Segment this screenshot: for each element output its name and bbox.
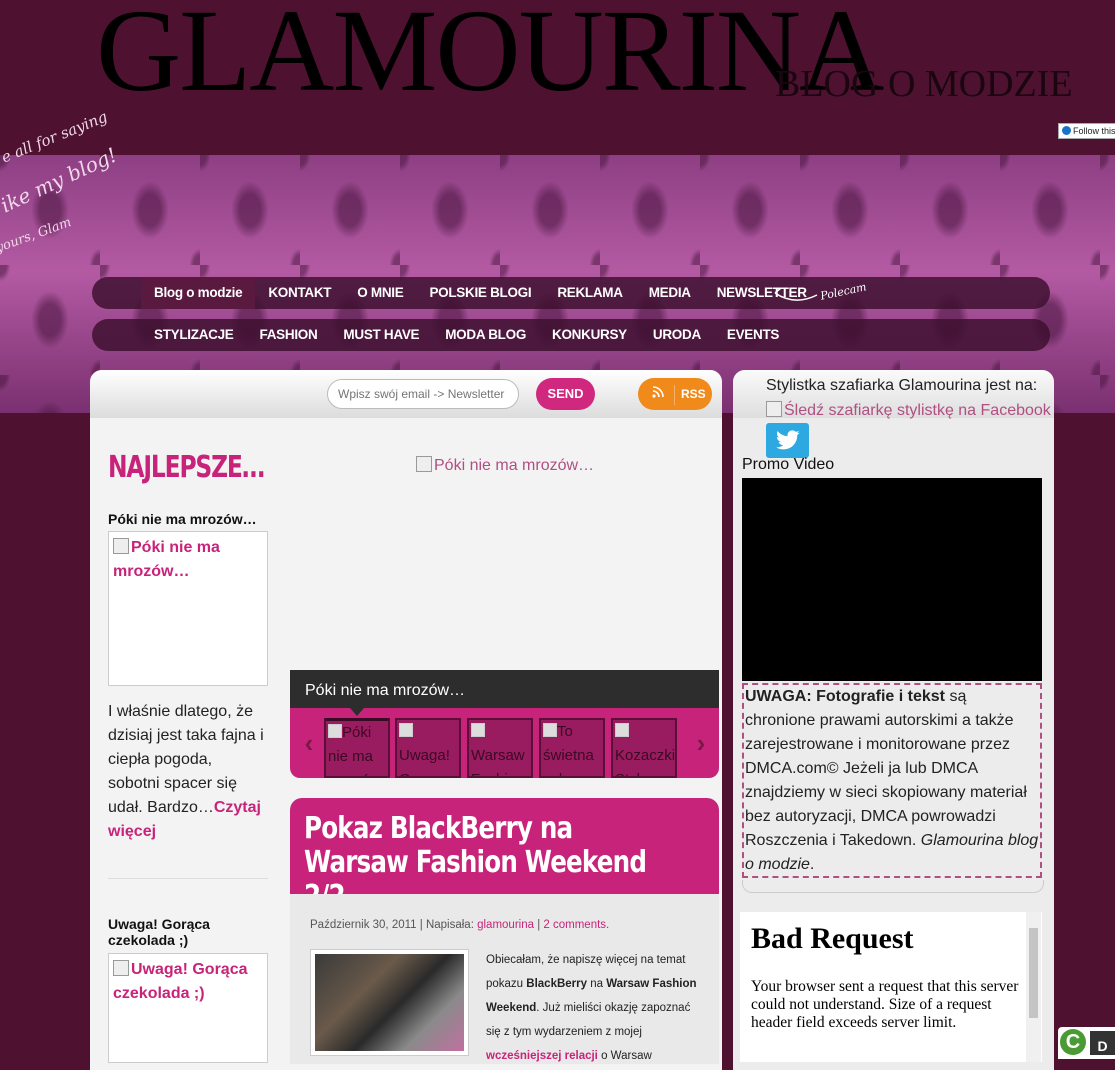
- nav-item-fashion[interactable]: FASHION: [247, 319, 331, 351]
- nav-item-events[interactable]: EVENTS: [714, 319, 792, 351]
- bad-request-text: Your browser sent a request that this se…: [751, 978, 1019, 1031]
- send-button[interactable]: SEND: [536, 378, 595, 410]
- slider-thumb[interactable]: Póki nie ma mrozów…: [324, 718, 390, 778]
- promo-video-label: Promo Video: [742, 456, 835, 473]
- slider-caption: Póki nie ma mrozów…: [290, 670, 719, 708]
- slider-thumb[interactable]: To świetna zabawa: [539, 718, 605, 778]
- slider-thumbnails: ‹ Póki nie ma mrozów… Uwaga! Gorąca czek…: [290, 708, 719, 778]
- post-excerpt: Obiecałam, że napiszę więcej na temat po…: [486, 954, 697, 1062]
- promo-video-player[interactable]: [742, 478, 1042, 681]
- nav-item-media[interactable]: MEDIA: [636, 277, 704, 309]
- nav-item-moda-blog[interactable]: MODA BLOG: [432, 319, 539, 351]
- rss-label: RSS: [681, 387, 706, 401]
- slider-image[interactable]: Póki nie ma mrozów…: [416, 456, 594, 475]
- left-post-image[interactable]: Póki nie ma mrozów…: [108, 531, 268, 686]
- nav-item-stylizacje[interactable]: STYLIZACJE: [141, 319, 247, 351]
- slider-thumb[interactable]: Uwaga! Gorąca czekolada: [395, 718, 461, 778]
- post-title[interactable]: Pokaz BlackBerry na Warsaw Fashion Weeke…: [290, 798, 719, 914]
- slider-next-button[interactable]: ›: [686, 708, 716, 778]
- twitter-bird-icon[interactable]: [766, 423, 809, 458]
- divider: [742, 880, 1044, 893]
- broken-image-icon: [113, 538, 129, 554]
- newsletter-email-input[interactable]: [327, 379, 519, 409]
- left-post-title[interactable]: Póki nie ma mrozów…: [108, 511, 278, 527]
- caption-pointer: [350, 708, 364, 716]
- nav-item-must-have[interactable]: MUST HAVE: [330, 319, 432, 351]
- post-photo[interactable]: [310, 949, 469, 1056]
- earlier-report-link[interactable]: wcześniejszej relacji: [486, 1050, 598, 1062]
- dmca-icon: D: [1090, 1031, 1115, 1055]
- site-header: GLAMOURINA BLOG O MODZIE Follow this: [0, 0, 1115, 155]
- nav-item-polskie-blogi[interactable]: POLSKIE BLOGI: [416, 277, 544, 309]
- slider-prev-button[interactable]: ‹: [294, 708, 324, 778]
- facebook-link[interactable]: Śledź szafiarkę stylistkę na Facebook: [766, 401, 1051, 420]
- left-post-image[interactable]: Uwaga! Gorąca czekolada ;): [108, 953, 268, 1063]
- dmca-badge[interactable]: C D: [1058, 1027, 1115, 1059]
- nav-item-kontakt[interactable]: KONTAKT: [255, 277, 344, 309]
- left-post-excerpt: I właśnie dlatego, że dzisiaj jest taka …: [108, 703, 264, 840]
- copyright-icon: C: [1060, 1029, 1086, 1055]
- site-subtitle: BLOG O MODZIE: [775, 63, 1073, 105]
- comments-link[interactable]: 2 comments.: [543, 919, 609, 931]
- najlepsze-heading: NAJLEPSZE…: [108, 450, 265, 485]
- post-meta: Październik 30, 2011 | Napisała: glamour…: [310, 919, 610, 931]
- plus-icon: [1062, 126, 1071, 135]
- nav-item-o-mnie[interactable]: O MNIE: [344, 277, 416, 309]
- slider-thumb[interactable]: Warsaw Fashion Weekend: [467, 718, 533, 778]
- rss-icon: [648, 378, 668, 410]
- bad-request-title: Bad Request: [751, 922, 914, 955]
- nav-item-konkursy[interactable]: KONKURSY: [539, 319, 640, 351]
- frame-scrollbar[interactable]: [1026, 912, 1041, 1062]
- site-logo[interactable]: GLAMOURINA: [96, 0, 884, 110]
- broken-image-icon: [766, 401, 782, 417]
- nav-item-uroda[interactable]: URODA: [640, 319, 714, 351]
- nav-item-reklama[interactable]: REKLAMA: [544, 277, 635, 309]
- left-post-title[interactable]: Uwaga! Gorąca czekolada ;): [108, 916, 258, 948]
- stylistka-text: Stylistka szafiarka Glamourina jest na:: [766, 377, 1038, 394]
- arrow-icon: [774, 287, 818, 301]
- rss-button[interactable]: RSS: [638, 378, 712, 410]
- copyright-notice: UWAGA: Fotografie i tekst są chronione p…: [742, 683, 1042, 878]
- broken-image-icon: [416, 456, 432, 472]
- secondary-nav: STYLIZACJE FASHION MUST HAVE MODA BLOG K…: [92, 319, 1050, 351]
- broken-image-icon: [113, 960, 129, 976]
- primary-nav: Blog o modzie KONTAKT O MNIE POLSKIE BLO…: [92, 277, 1050, 309]
- nav-item-blog-o-modzie[interactable]: Blog o modzie: [141, 277, 256, 309]
- divider: [108, 878, 268, 879]
- author-link[interactable]: glamourina: [477, 919, 534, 931]
- slider-thumb[interactable]: Kozaczki Styleup: [611, 718, 677, 778]
- follow-button[interactable]: Follow this: [1058, 123, 1115, 139]
